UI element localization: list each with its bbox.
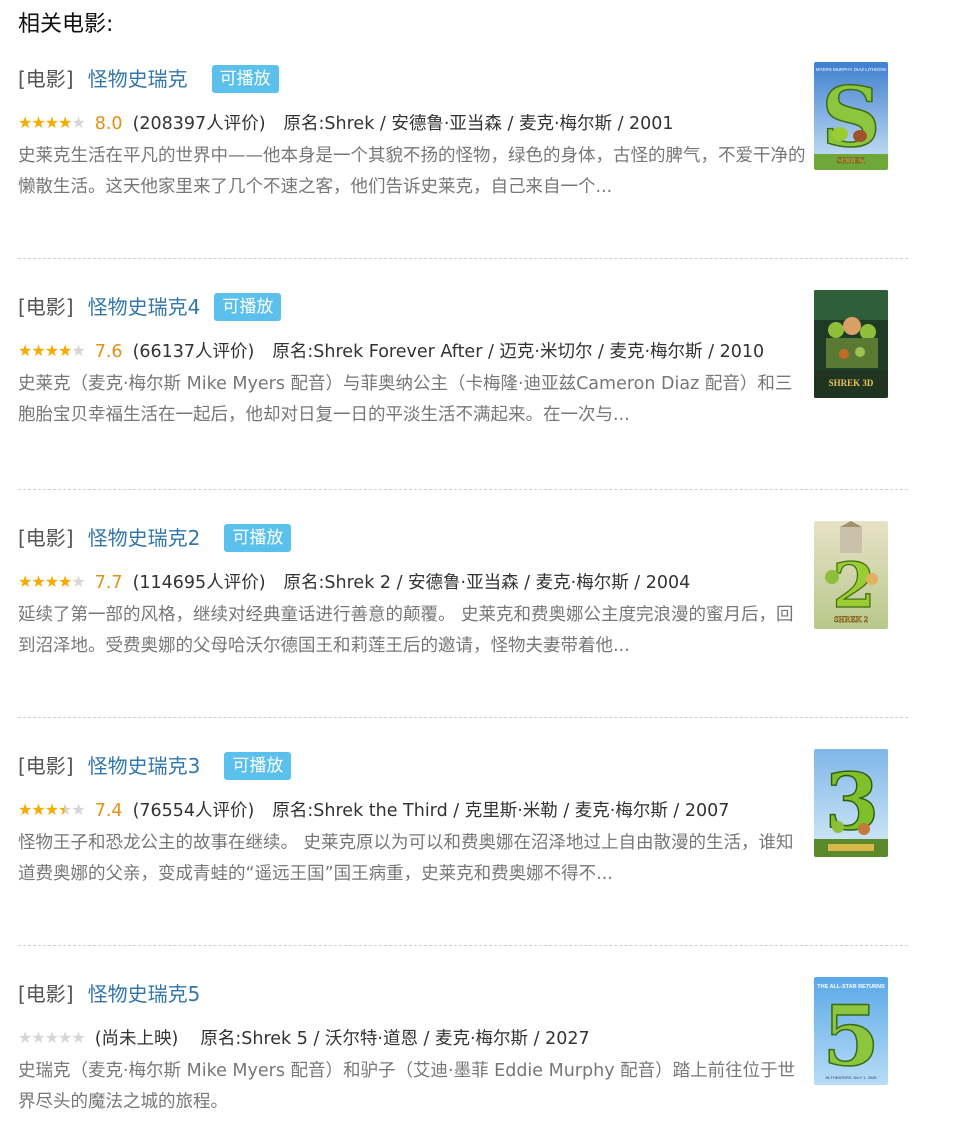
- rating-stars: ★★★★★: [18, 107, 86, 139]
- star-full-icon: ★: [58, 113, 72, 132]
- rating-score: 7.7: [94, 573, 123, 593]
- item-divider: [18, 489, 908, 490]
- star-empty-icon: ★: [71, 572, 85, 591]
- movie-meta: ★★★★★ 8.0 (208397人评价) 原名:Shrek / 安德鲁·亚当森 / …: [18, 107, 808, 140]
- star-full-icon: ★: [44, 113, 59, 132]
- playable-badge[interactable]: 可播放: [224, 524, 292, 552]
- star-full-icon: ★: [18, 113, 32, 132]
- movie-poster[interactable]: MYERS MURPHY DIAZ LITHGOW S SHREK: [814, 62, 888, 170]
- playable-badge[interactable]: 可播放: [214, 293, 282, 321]
- category-label: [电影]: [18, 295, 74, 319]
- star-full-icon: ★: [58, 572, 72, 591]
- category-label: [电影]: [18, 67, 74, 91]
- playable-badge[interactable]: 可播放: [211, 65, 279, 93]
- related-movies-page: 相关电影: [电影] 怪物史瑞克 可播放 ★★★★★ 8.0 (208397人评价)…: [0, 0, 960, 1143]
- original-title-info: 原名:Shrek the Third / 克里斯·米勒 / 麦克·梅尔斯 / 2…: [272, 801, 730, 821]
- star-empty-icon: ★: [71, 800, 85, 819]
- star-full-icon: ★: [58, 341, 72, 360]
- star-empty-icon: ★: [71, 1028, 85, 1047]
- movie-title-link[interactable]: 怪物史瑞克3: [88, 749, 201, 783]
- star-empty-icon: ★: [71, 113, 85, 132]
- movie-title-row: [电影] 怪物史瑞克5: [18, 977, 908, 1011]
- item-divider: [18, 717, 908, 718]
- item-divider: [18, 258, 908, 259]
- movie-poster[interactable]: 2 SHREK 2: [814, 521, 888, 629]
- movie-title-row: [电影] 怪物史瑞克2 可播放: [18, 521, 908, 555]
- movie-title-link[interactable]: 怪物史瑞克5: [88, 977, 201, 1011]
- playable-badge[interactable]: 可播放: [224, 752, 292, 780]
- rating-count: (尚未上映): [94, 1029, 179, 1049]
- item-divider: [18, 945, 908, 946]
- movie-description: 史瑞克（麦克·梅尔斯 Mike Myers 配音）和驴子（艾迪·墨菲 Eddie…: [18, 1061, 796, 1112]
- poster-big-letter: 3: [825, 757, 879, 848]
- rating-stars: ★★★★★: [18, 566, 86, 598]
- poster-big-letter: 5: [822, 989, 879, 1085]
- star-full-icon: ★: [31, 113, 45, 132]
- rating-count: (114695人评价): [132, 573, 266, 593]
- star-full-icon: ★: [31, 572, 45, 591]
- section-title: 相关电影:: [18, 12, 114, 37]
- category-label: [电影]: [18, 982, 74, 1006]
- movie-item: [电影] 怪物史瑞克5 ★★★★★ (尚未上映) 原名:Shrek 5 / 沃尔特·…: [18, 977, 908, 1118]
- movie-meta: ★★★★★ 7.7 (114695人评价) 原名:Shrek 2 / 安德鲁·亚当森 …: [18, 566, 808, 599]
- star-full-icon: ★: [18, 800, 32, 819]
- rating-count: (66137人评价): [132, 342, 255, 362]
- category-label: [电影]: [18, 754, 74, 778]
- star-empty-icon: ★: [44, 1028, 59, 1047]
- star-empty-icon: ★: [31, 1028, 45, 1047]
- movie-item: [电影] 怪物史瑞克2 可播放 ★★★★★ 7.7 (114695人评价) 原名:Sh…: [18, 521, 908, 662]
- original-title-info: 原名:Shrek 2 / 安德鲁·亚当森 / 麦克·梅尔斯 / 2004: [283, 573, 691, 593]
- movie-poster[interactable]: SHREK 3D: [814, 290, 888, 398]
- star-full-icon: ★: [31, 800, 45, 819]
- rating-stars: ★★★★★: [18, 794, 86, 826]
- poster-title-text: SHREK 2: [834, 615, 868, 624]
- poster-title-text: SHREK: [837, 156, 866, 165]
- star-half-icon: ★: [58, 800, 72, 819]
- original-title-info: 原名:Shrek 5 / 沃尔特·道恩 / 麦克·梅尔斯 / 2027: [200, 1029, 590, 1049]
- movie-meta: ★★★★★ 7.4 (76554人评价) 原名:Shrek the Third / 克…: [18, 794, 808, 827]
- movie-meta: ★★★★★ 7.6 (66137人评价) 原名:Shrek Forever After…: [18, 335, 808, 368]
- movie-poster[interactable]: THE ALL-STAR RETURNS 5 IN THEATERS JULY …: [814, 977, 888, 1085]
- poster-release-text: IN THEATERS JULY 1, 2026: [825, 1075, 877, 1080]
- star-empty-icon: ★: [58, 1028, 72, 1047]
- poster-big-letter: 2: [832, 549, 875, 622]
- movie-description: 史莱克（麦克·梅尔斯 Mike Myers 配音）与菲奥纳公主（卡梅隆·迪亚兹C…: [18, 374, 793, 425]
- star-full-icon: ★: [44, 572, 59, 591]
- movie-title-row: [电影] 怪物史瑞克 可播放: [18, 62, 908, 96]
- star-full-icon: ★: [18, 572, 32, 591]
- rating-score: 7.4: [94, 801, 123, 821]
- rating-count: (76554人评价): [132, 801, 255, 821]
- movie-title-row: [电影] 怪物史瑞克3 可播放: [18, 749, 908, 783]
- movie-title-row: [电影] 怪物史瑞克4 可播放: [18, 290, 908, 324]
- star-full-icon: ★: [31, 341, 45, 360]
- movie-description: 延续了第一部的风格，继续对经典童话进行善意的颠覆。 史莱克和费奥娜公主度完浪漫的…: [18, 605, 794, 656]
- movie-description: 史莱克生活在平凡的世界中——他本身是一个其貌不扬的怪物，绿色的身体，古怪的脾气，…: [18, 146, 806, 197]
- rating-stars: ★★★★★: [18, 335, 86, 367]
- rating-score: 8.0: [94, 114, 123, 134]
- star-empty-icon: ★: [71, 341, 85, 360]
- original-title-info: 原名:Shrek / 安德鲁·亚当森 / 麦克·梅尔斯 / 2001: [283, 114, 674, 134]
- rating-score: 7.6: [94, 342, 123, 362]
- star-empty-icon: ★: [18, 1028, 32, 1047]
- movie-title-link[interactable]: 怪物史瑞克2: [88, 521, 201, 555]
- movie-title-link[interactable]: 怪物史瑞克: [88, 62, 188, 96]
- rating-stars: ★★★★★: [18, 1022, 86, 1054]
- star-full-icon: ★: [44, 800, 59, 819]
- rating-count: (208397人评价): [132, 114, 266, 134]
- movie-description: 怪物王子和恐龙公主的故事在继续。 史莱克原以为可以和费奥娜在沼泽地过上自由散漫的…: [18, 833, 794, 884]
- movie-item: [电影] 怪物史瑞克 可播放 ★★★★★ 8.0 (208397人评价) 原名:Shr…: [18, 62, 908, 203]
- star-full-icon: ★: [44, 341, 59, 360]
- movie-title-link[interactable]: 怪物史瑞克4: [88, 290, 201, 324]
- movie-item: [电影] 怪物史瑞克4 可播放 ★★★★★ 7.6 (66137人评价) 原名:Shr…: [18, 290, 908, 431]
- poster-title-text: SHREK 3D: [829, 378, 874, 388]
- movie-item: [电影] 怪物史瑞克3 可播放 ★★★★★ 7.4 (76554人评价) 原名:Shr…: [18, 749, 908, 890]
- movie-poster[interactable]: 3: [814, 749, 888, 857]
- category-label: [电影]: [18, 526, 74, 550]
- star-full-icon: ★: [18, 341, 32, 360]
- poster-big-letter: S: [821, 70, 880, 166]
- movie-meta: ★★★★★ (尚未上映) 原名:Shrek 5 / 沃尔特·道恩 / 麦克·梅尔斯 …: [18, 1022, 808, 1055]
- original-title-info: 原名:Shrek Forever After / 迈克·米切尔 / 麦克·梅尔斯…: [272, 342, 765, 362]
